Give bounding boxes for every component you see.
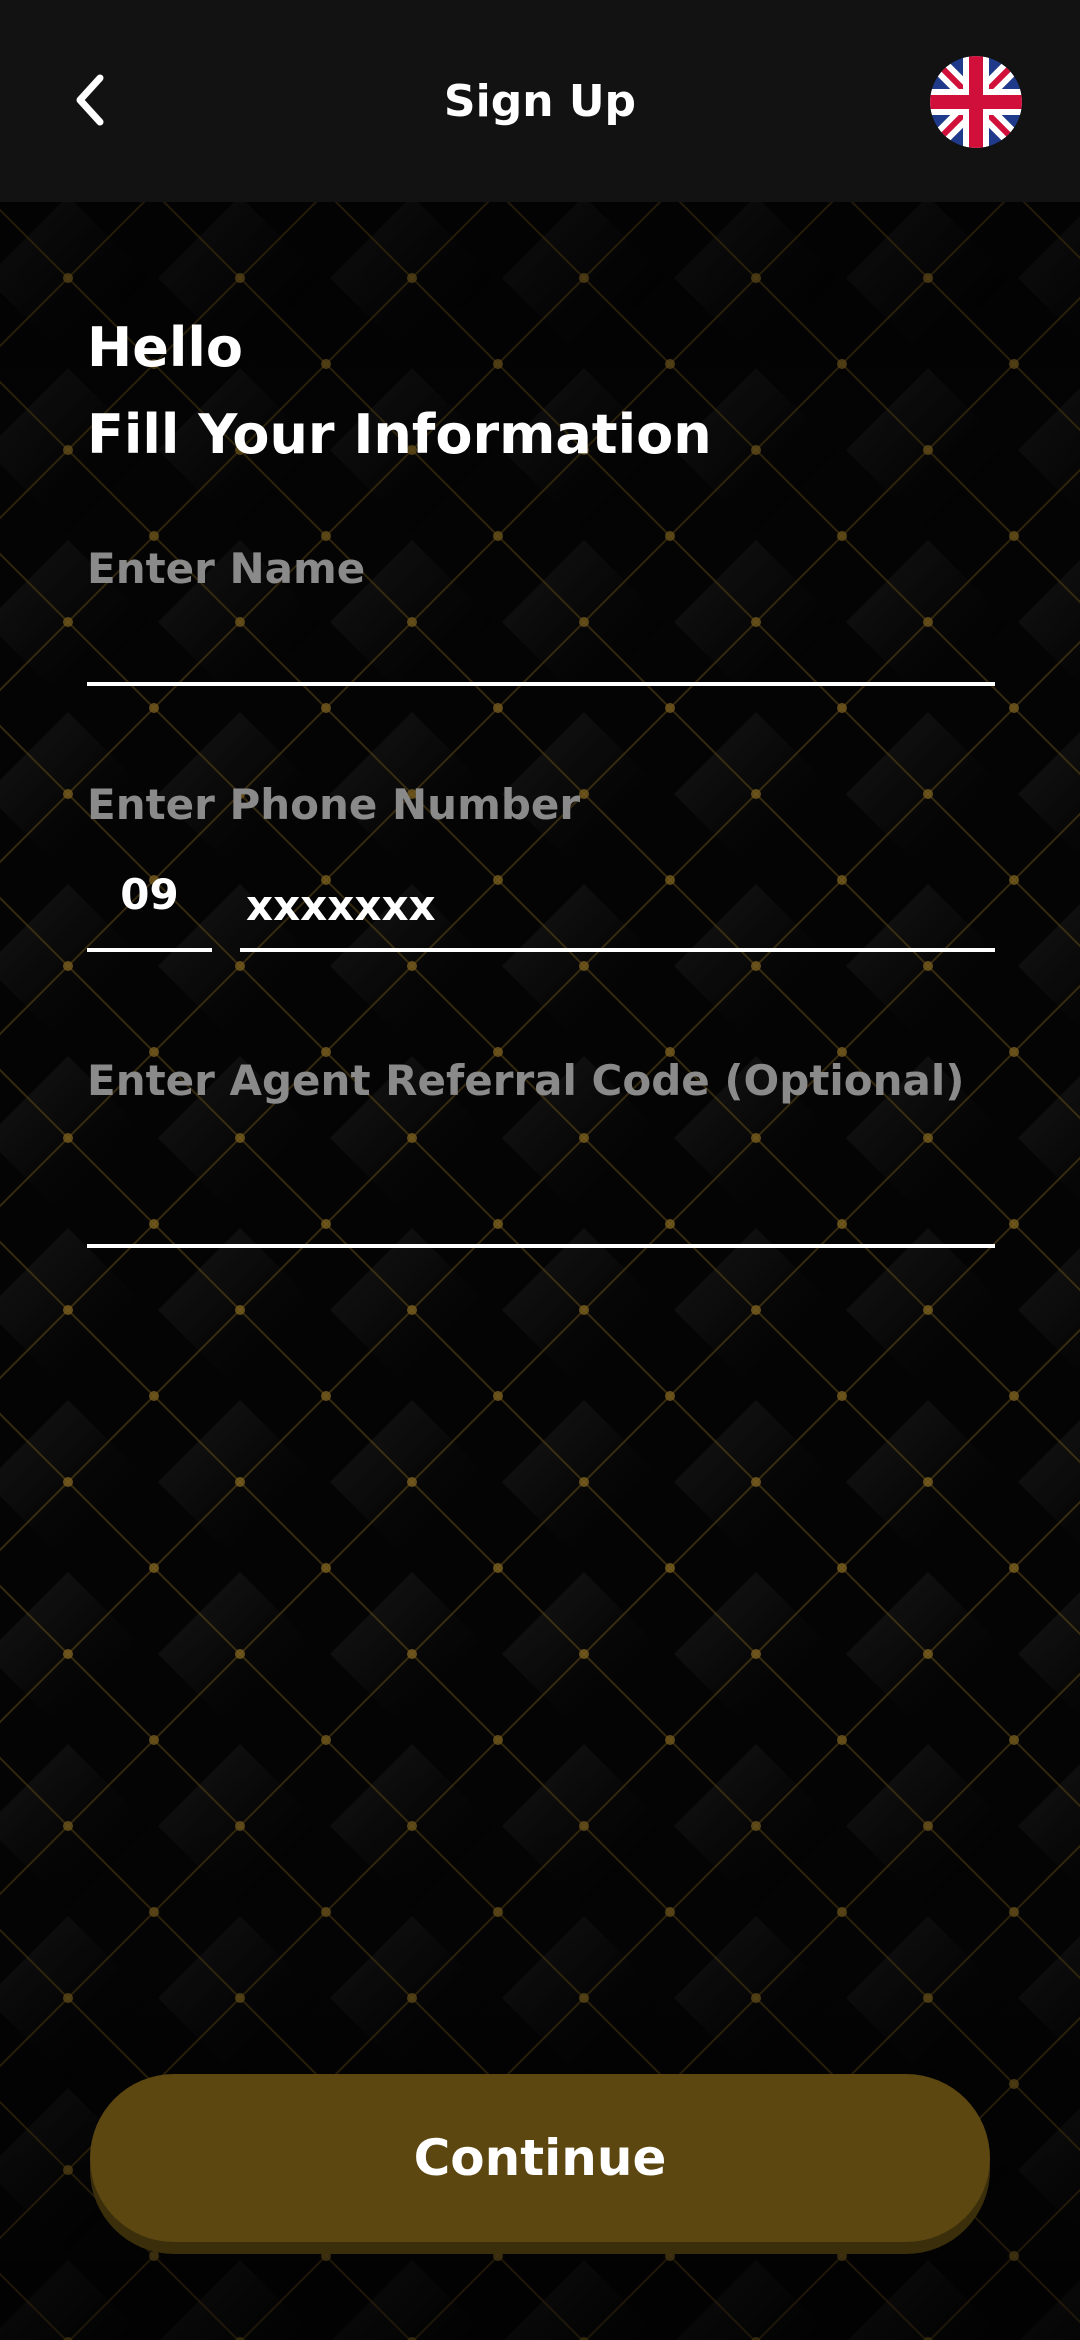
- referral-code-input[interactable]: [87, 1160, 995, 1248]
- page-title: Sign Up: [443, 76, 637, 127]
- app-header: Sign Up: [0, 0, 1080, 202]
- referral-label: Enter Agent Referral Code (Optional): [87, 1056, 965, 1105]
- greeting-hello: Hello: [87, 316, 243, 379]
- name-input[interactable]: [87, 600, 995, 686]
- phone-prefix: 09: [87, 862, 212, 952]
- phone-input[interactable]: [240, 862, 995, 952]
- signup-form: Hello Fill Your Information Enter Name E…: [0, 0, 1080, 2340]
- phone-label: Enter Phone Number: [87, 780, 581, 829]
- signup-screen: Sign Up Hello Fill Your Information Ente…: [0, 0, 1080, 2340]
- uk-flag-icon: [930, 56, 1022, 148]
- greeting-subtitle: Fill Your Information: [87, 403, 712, 466]
- continue-button[interactable]: Continue: [90, 2074, 990, 2242]
- name-label: Enter Name: [87, 544, 366, 593]
- language-selector[interactable]: [930, 56, 1022, 148]
